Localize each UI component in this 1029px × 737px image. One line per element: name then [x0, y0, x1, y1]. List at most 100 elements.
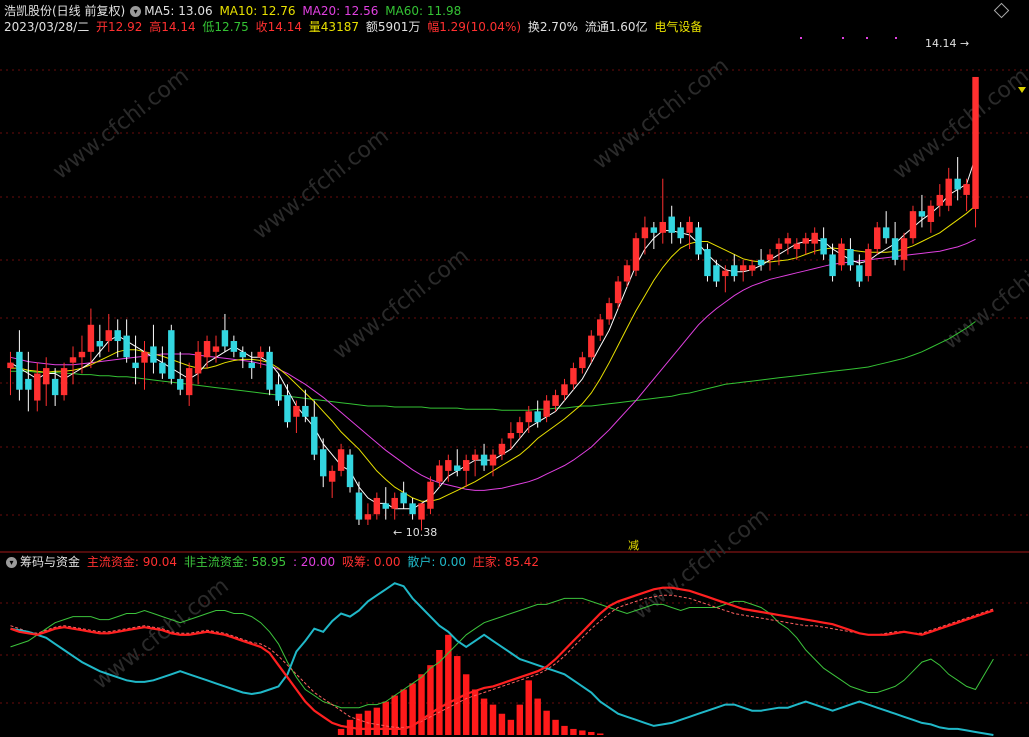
- indicator-options-icon[interactable]: ▾: [6, 557, 17, 568]
- candle-down: [114, 330, 121, 342]
- ma60-line: [10, 321, 976, 411]
- candle-down: [177, 378, 184, 390]
- dealer-value: 庄家: 85.42: [472, 555, 540, 569]
- candle-up: [811, 232, 818, 244]
- candle-down: [275, 384, 282, 401]
- quote-sector[interactable]: 电气设备: [654, 20, 702, 34]
- quote-date: 2023/03/28/二: [4, 20, 90, 34]
- candle-up: [391, 497, 398, 509]
- absorb-bar: [507, 719, 515, 735]
- non-main-fund-line: [10, 597, 994, 709]
- options-icon[interactable]: ▾: [130, 6, 142, 17]
- candle-up: [516, 422, 524, 434]
- chart-canvas[interactable]: www.cfchi.com www.cfchi.comwww.cfchi.comw…: [0, 0, 1029, 737]
- watermark-text: www.cfchi.com: [328, 243, 473, 364]
- retail-value: 散户: 0.00: [407, 555, 466, 569]
- candle-down: [954, 178, 961, 190]
- candle-down: [829, 254, 836, 277]
- quote-float-cap: 流通1.60亿: [584, 20, 648, 34]
- candle-up: [185, 368, 193, 396]
- absorb-bar: [427, 665, 434, 735]
- candle-up: [909, 211, 917, 239]
- candle-up: [489, 454, 497, 466]
- indicator-name[interactable]: 筹码与资金: [20, 555, 80, 569]
- candle-down: [266, 351, 273, 390]
- candle-down: [311, 416, 318, 455]
- candle-down: [96, 341, 104, 347]
- candle-up: [552, 395, 559, 406]
- candle-up: [328, 470, 336, 482]
- candle-down: [168, 330, 175, 379]
- candle-down: [355, 492, 363, 520]
- absorb-bar: [462, 674, 470, 735]
- candle-up: [507, 433, 515, 439]
- watermark-text: www.cfchi.com: [888, 63, 1029, 184]
- absorb-value: 吸筹: 0.00: [341, 555, 401, 569]
- quote-low: 低12.75: [202, 20, 249, 34]
- top-dot-marker: [866, 37, 868, 39]
- candle-down: [409, 503, 416, 515]
- candle-down: [677, 227, 684, 239]
- candle-down: [16, 351, 23, 390]
- candle-up: [141, 351, 148, 363]
- watermark-text: www.cfchi.com: [248, 123, 393, 244]
- quote-high: 高14.14: [149, 20, 196, 34]
- candle-down: [132, 362, 139, 369]
- absorb-bar: [516, 704, 524, 735]
- watermark-text: www.cfchi.com: [588, 53, 733, 174]
- absorb-bar: [534, 698, 541, 735]
- candle-down: [882, 227, 890, 239]
- candle-up: [418, 503, 425, 520]
- candle-up: [748, 265, 756, 271]
- absorb-bar: [570, 728, 577, 735]
- quote-close: 收14.14: [255, 20, 302, 34]
- candle-up: [739, 265, 747, 271]
- candle-down: [159, 362, 166, 374]
- candle-down: [25, 378, 32, 390]
- absorb-bar: [498, 713, 506, 735]
- candle-up: [203, 341, 211, 358]
- absorb-bar: [373, 707, 381, 735]
- candle-up: [427, 481, 434, 509]
- candle-down: [480, 454, 488, 466]
- candle-up: [7, 362, 14, 369]
- candle-up: [436, 465, 443, 482]
- ma5-value: MA5: 13.06: [144, 4, 213, 18]
- quote-turnover: 换2.70%: [527, 20, 578, 34]
- absorb-bar: [489, 704, 497, 735]
- stock-name[interactable]: 浩凯股份(日线 前复权): [4, 4, 125, 18]
- main-fund-value: 主流资金: 90.04: [86, 555, 178, 569]
- candle-up: [927, 205, 935, 222]
- candle-up: [802, 238, 809, 244]
- candle-up: [793, 243, 801, 250]
- quote-amount: 额5901万: [365, 20, 421, 34]
- low-price-label: ← 10.38: [393, 526, 437, 539]
- candle-up: [69, 357, 77, 363]
- title-row: 浩凯股份(日线 前复权) ▾ MA5: 13.06 MA10: 12.76 MA20…: [4, 3, 464, 19]
- main-fund-line: [10, 586, 994, 731]
- absorb-bar: [525, 680, 532, 735]
- candle-down: [302, 405, 309, 417]
- quote-open: 开12.92: [96, 20, 143, 34]
- candle-up: [659, 221, 666, 233]
- absorb-bar: [471, 689, 479, 735]
- candle-down: [856, 265, 863, 282]
- candle-down: [820, 238, 827, 255]
- candle-down: [239, 351, 247, 358]
- candle-up: [212, 346, 220, 352]
- absorb-bar: [561, 725, 568, 735]
- ma20-value: MA20: 12.56: [302, 4, 379, 18]
- watermark-text: www.cfchi.com: [628, 503, 773, 624]
- candle-down: [757, 259, 765, 266]
- absorb-bar: [480, 698, 488, 735]
- absorb-bar: [543, 710, 550, 735]
- candle-up: [570, 368, 577, 385]
- candle-up: [632, 238, 640, 271]
- candle-up: [874, 227, 881, 250]
- candle-up: [561, 384, 568, 396]
- triangle-marker-icon: [1018, 87, 1026, 93]
- candle-up: [614, 281, 622, 304]
- ma60-value: MA60: 11.98: [385, 4, 462, 18]
- candle-down: [123, 335, 130, 358]
- candle-up: [445, 460, 452, 471]
